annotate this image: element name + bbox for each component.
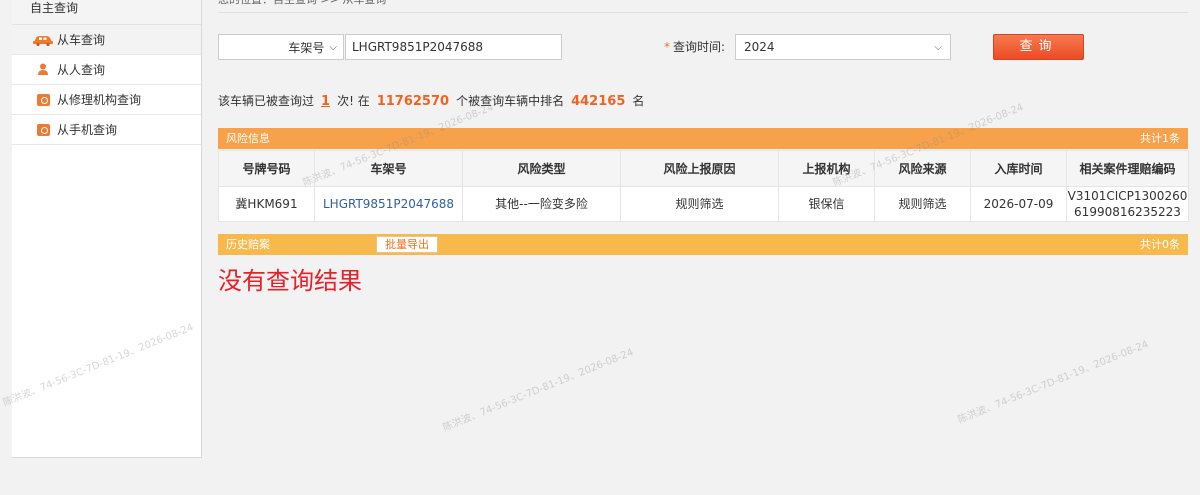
- column-header: 车架号: [314, 150, 463, 187]
- source-cell: 规则筛选: [874, 186, 971, 222]
- search-type-value: 车架号: [288, 40, 325, 55]
- plate-cell: 冀HKM691: [218, 186, 315, 222]
- risk-info-bar: 风险信息 共计1条: [218, 128, 1188, 149]
- year-select[interactable]: 2024 ⌵: [735, 34, 951, 60]
- sidebar-item-person-query[interactable]: 从人查询: [12, 55, 201, 85]
- phone-icon: [32, 123, 54, 136]
- column-header: 入库时间: [970, 150, 1067, 187]
- search-type-select[interactable]: 车架号 ⌵: [218, 34, 344, 60]
- sidebar-item-car-query[interactable]: 从车查询: [12, 25, 201, 55]
- sidebar-item-phone-query[interactable]: 从手机查询: [12, 115, 201, 145]
- column-header: 风险来源: [874, 150, 971, 187]
- sidebar-item-label: 从人查询: [57, 63, 106, 77]
- rank-value: 442165: [571, 94, 626, 109]
- car-icon: [32, 34, 54, 46]
- no-result-message: 没有查询结果: [218, 267, 362, 295]
- column-header: 相关案件理赔编码: [1066, 150, 1189, 187]
- chevron-down-icon: ⌵: [934, 41, 942, 53]
- sidebar-item-label: 从手机查询: [57, 123, 118, 137]
- year-value: 2024: [744, 40, 775, 54]
- history-claims-title: 历史赔案: [226, 238, 270, 251]
- search-row: 车架号 ⌵ *查询时间: 2024 ⌵ 查询: [218, 34, 1188, 60]
- risk-info-total: 共计1条: [1140, 132, 1180, 145]
- query-time-label: * 查询时间:: [664, 34, 725, 60]
- history-claims-total: 共计0条: [1140, 238, 1180, 251]
- summary-suffix: 名: [632, 94, 645, 108]
- main-content: 您的位置：自主查询 >> 从车查询 车架号 ⌵ *查询时间: 2024 ⌵ 查询…: [218, 0, 1189, 495]
- table-row: 冀HKM691 LHGRT9851P2047688 其他--一险变多险 规则筛选…: [218, 186, 1189, 222]
- total-vehicles: 11762570: [376, 94, 450, 109]
- table-header-row: 号牌号码 车架号 风险类型 风险上报原因 上报机构 风险来源 入库时间 相关案件…: [218, 150, 1189, 187]
- sidebar: 自主查询 从车查询 从人查询 从修理机构查询 从手机查询: [12, 0, 202, 458]
- vin-link[interactable]: LHGRT9851P2047688: [314, 186, 463, 222]
- query-time-label-text: 查询时间:: [673, 40, 726, 54]
- person-icon: [32, 63, 54, 76]
- query-button[interactable]: 查询: [993, 34, 1084, 60]
- history-claims-bar: 历史赔案 共计0条 批量导出: [218, 234, 1188, 255]
- column-header: 风险类型: [462, 150, 621, 187]
- sidebar-item-label: 从修理机构查询: [57, 93, 142, 107]
- query-summary: 该车辆已被查询过 1 次! 在 11762570 个被查询车辆中排名 44216…: [218, 92, 644, 112]
- breadcrumb: 您的位置：自主查询 >> 从车查询: [218, 0, 1188, 13]
- batch-export-button[interactable]: 批量导出: [376, 236, 438, 253]
- chevron-down-icon: ⌵: [329, 41, 337, 53]
- risk-table: 号牌号码 车架号 风险类型 风险上报原因 上报机构 风险来源 入库时间 相关案件…: [218, 150, 1189, 222]
- risk-info-title: 风险信息: [226, 132, 270, 145]
- org-cell: 银保信: [778, 186, 875, 222]
- summary-mid1: 次! 在: [337, 94, 370, 108]
- vin-input[interactable]: [345, 34, 562, 60]
- reason-cell: 规则筛选: [620, 186, 779, 222]
- sidebar-item-label: 从车查询: [57, 33, 106, 47]
- column-header: 号牌号码: [218, 150, 315, 187]
- column-header: 风险上报原因: [620, 150, 779, 187]
- summary-prefix: 该车辆已被查询过: [218, 94, 315, 108]
- risk-type-cell: 其他--一险变多险: [462, 186, 621, 222]
- query-count[interactable]: 1: [321, 94, 330, 109]
- claim-code-cell: V3101CICP130026061990816235223: [1066, 186, 1189, 222]
- sidebar-item-repair-query[interactable]: 从修理机构查询: [12, 85, 201, 115]
- summary-mid2: 个被查询车辆中排名: [456, 94, 565, 108]
- date-cell: 2026-07-09: [970, 186, 1067, 222]
- required-mark: *: [664, 40, 670, 54]
- column-header: 上报机构: [778, 150, 875, 187]
- sidebar-title: 自主查询: [12, 0, 201, 25]
- repair-shop-icon: [32, 93, 54, 106]
